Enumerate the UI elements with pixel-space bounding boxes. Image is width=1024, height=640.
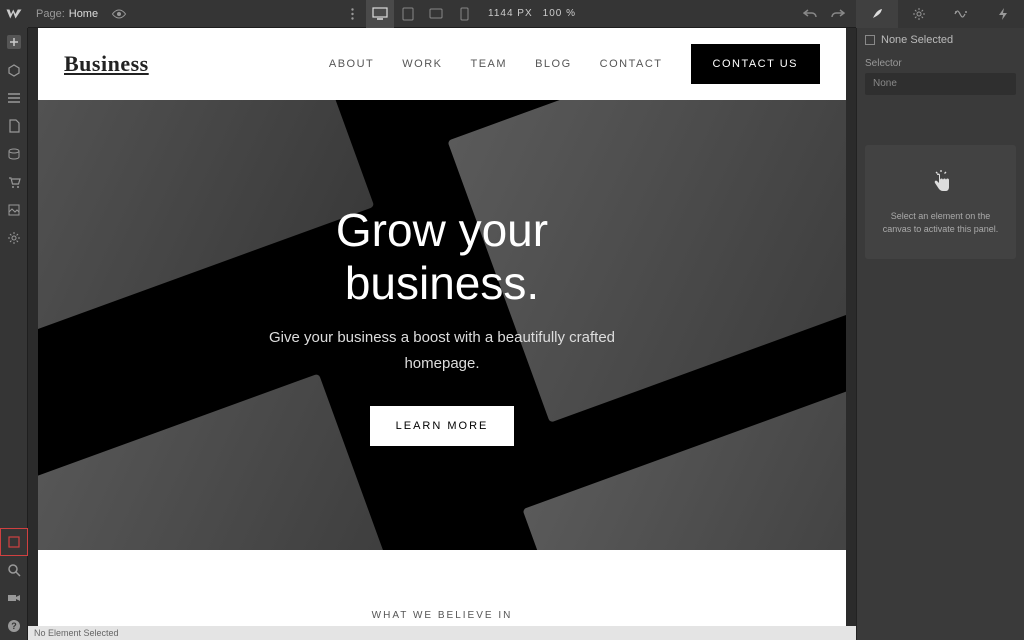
canvas-width-label[interactable]: 1144 PX xyxy=(488,8,533,19)
tab-style-manager-icon[interactable] xyxy=(940,0,982,28)
tab-style-icon[interactable] xyxy=(856,0,898,28)
status-text: No Element Selected xyxy=(34,628,119,638)
selection-box-icon xyxy=(865,35,875,45)
nav-link-contact[interactable]: CONTACT xyxy=(600,58,663,70)
none-selected-label: None Selected xyxy=(881,34,953,46)
hero-subtitle-line2: homepage. xyxy=(404,355,479,372)
style-panel: None Selected Selector None Select an el… xyxy=(856,28,1024,640)
help-icon[interactable]: ? xyxy=(0,612,28,640)
contact-us-button[interactable]: CONTACT US xyxy=(691,44,821,84)
navigator-icon[interactable] xyxy=(0,84,28,112)
nav-link-team[interactable]: TEAM xyxy=(471,58,508,70)
hero-title-line2: business. xyxy=(345,257,539,309)
page-label: Page: xyxy=(36,8,65,20)
audit-icon[interactable] xyxy=(0,528,28,556)
webflow-logo-icon[interactable] xyxy=(0,0,28,28)
device-tablet-icon[interactable] xyxy=(394,0,422,28)
tab-settings-icon[interactable] xyxy=(898,0,940,28)
selection-indicator: None Selected xyxy=(857,28,1024,52)
zoom-label[interactable]: 100 % xyxy=(543,8,576,19)
status-bar: No Element Selected xyxy=(28,626,856,640)
section-believe[interactable]: WHAT WE BELIEVE IN xyxy=(38,550,846,621)
left-toolbar: ? xyxy=(0,0,28,640)
selector-heading: Selector xyxy=(857,52,1024,73)
hero-title[interactable]: Grow your business. xyxy=(269,204,615,310)
device-mobile-icon[interactable] xyxy=(450,0,478,28)
page-name[interactable]: Home xyxy=(69,8,98,20)
search-icon[interactable] xyxy=(0,556,28,584)
section-label[interactable]: WHAT WE BELIEVE IN xyxy=(38,610,846,621)
redo-icon[interactable] xyxy=(824,0,852,28)
hero-subtitle-line1: Give your business a boost with a beauti… xyxy=(269,329,615,346)
site-header[interactable]: Business ABOUT WORK TEAM BLOG CONTACT CO… xyxy=(38,28,846,100)
empty-state-message: Select an element on the canvas to activ… xyxy=(877,210,1004,235)
nav-link-blog[interactable]: BLOG xyxy=(535,58,572,70)
selector-input[interactable]: None xyxy=(865,73,1016,95)
ecommerce-icon[interactable] xyxy=(0,168,28,196)
menu-dots-icon[interactable] xyxy=(338,0,366,28)
canvas-viewport: Business ABOUT WORK TEAM BLOG CONTACT CO… xyxy=(28,28,856,626)
video-icon[interactable] xyxy=(0,584,28,612)
hero-subtitle[interactable]: Give your business a boost with a beauti… xyxy=(269,325,615,376)
cms-icon[interactable] xyxy=(0,140,28,168)
pointer-hand-icon xyxy=(877,169,1004,198)
symbols-icon[interactable] xyxy=(0,56,28,84)
undo-icon[interactable] xyxy=(796,0,824,28)
nav-link-work[interactable]: WORK xyxy=(402,58,442,70)
tab-interactions-icon[interactable] xyxy=(982,0,1024,28)
assets-icon[interactable] xyxy=(0,196,28,224)
device-desktop-icon[interactable] xyxy=(366,0,394,28)
pages-icon[interactable] xyxy=(0,112,28,140)
panel-empty-state: Select an element on the canvas to activ… xyxy=(865,145,1016,259)
nav-link-about[interactable]: ABOUT xyxy=(329,58,374,70)
site-nav: ABOUT WORK TEAM BLOG CONTACT xyxy=(329,58,663,70)
site-logo[interactable]: Business xyxy=(64,51,149,77)
device-tablet-landscape-icon[interactable] xyxy=(422,0,450,28)
learn-more-button[interactable]: LEARN MORE xyxy=(370,406,515,446)
svg-text:?: ? xyxy=(11,621,17,631)
hero-title-line1: Grow your xyxy=(336,204,548,256)
settings-icon[interactable] xyxy=(0,224,28,252)
preview-icon[interactable] xyxy=(108,3,130,25)
design-canvas[interactable]: Business ABOUT WORK TEAM BLOG CONTACT CO… xyxy=(38,28,846,626)
add-element-icon[interactable] xyxy=(0,28,28,56)
right-panel-tabs xyxy=(856,0,1024,28)
hero-section[interactable]: Grow your business. Give your business a… xyxy=(38,100,846,550)
